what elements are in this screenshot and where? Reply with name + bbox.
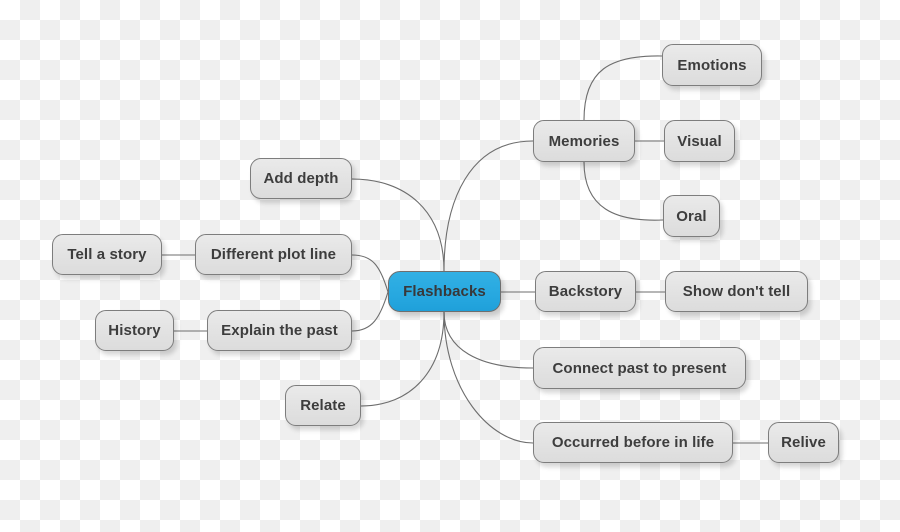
node-label: Show don't tell: [682, 283, 791, 300]
node-connect[interactable]: Connect past to present: [533, 347, 746, 389]
node-history[interactable]: History: [95, 310, 174, 351]
node-label: Add depth: [263, 170, 339, 187]
node-label: Tell a story: [67, 246, 147, 263]
connector-flashbacks-to-explain-past: [351, 291, 389, 332]
node-label: Visual: [677, 132, 722, 150]
node-different-plot[interactable]: Different plot line: [195, 234, 352, 275]
connector-flashbacks-to-different-plot: [351, 254, 389, 293]
mind-map-canvas: Flashbacks Memories Emotions Visual Oral Back…: [0, 0, 900, 532]
node-relive[interactable]: Relive: [768, 422, 839, 463]
node-visual[interactable]: Visual: [664, 120, 735, 162]
node-occurred[interactable]: Occurred before in life: [533, 422, 733, 463]
node-label: Relate: [300, 397, 346, 414]
node-explain-past[interactable]: Explain the past: [207, 310, 352, 351]
connector-flashbacks-to-occurred: [443, 311, 534, 444]
node-label: Backstory: [548, 283, 623, 300]
connector-memories-to-emotions: [583, 55, 663, 121]
connector-memories-to-oral: [583, 161, 664, 221]
central-node-flashbacks[interactable]: Flashbacks: [388, 271, 501, 312]
node-label: Emotions: [677, 56, 747, 74]
node-add-depth[interactable]: Add depth: [250, 158, 352, 199]
node-label: Oral: [676, 207, 707, 225]
connector-flashbacks-to-memories: [443, 140, 534, 272]
connector-flashbacks-to-connect: [443, 311, 534, 369]
node-memories[interactable]: Memories: [533, 120, 635, 162]
node-label: Occurred before in life: [551, 434, 715, 451]
node-oral[interactable]: Oral: [663, 195, 720, 237]
node-label: Connect past to present: [552, 359, 727, 377]
node-label: History: [108, 322, 161, 339]
node-tell-a-story[interactable]: Tell a story: [52, 234, 162, 275]
node-show-dont-tell[interactable]: Show don't tell: [665, 271, 808, 312]
node-label: Flashbacks: [403, 283, 486, 300]
node-label: Memories: [548, 132, 620, 150]
node-label: Different plot line: [210, 246, 337, 263]
node-label: Explain the past: [221, 322, 338, 339]
connector-flashbacks-to-relate: [360, 311, 445, 407]
node-label: Relive: [781, 434, 826, 451]
node-emotions[interactable]: Emotions: [662, 44, 762, 86]
node-backstory[interactable]: Backstory: [535, 271, 636, 312]
node-relate[interactable]: Relate: [285, 385, 361, 426]
